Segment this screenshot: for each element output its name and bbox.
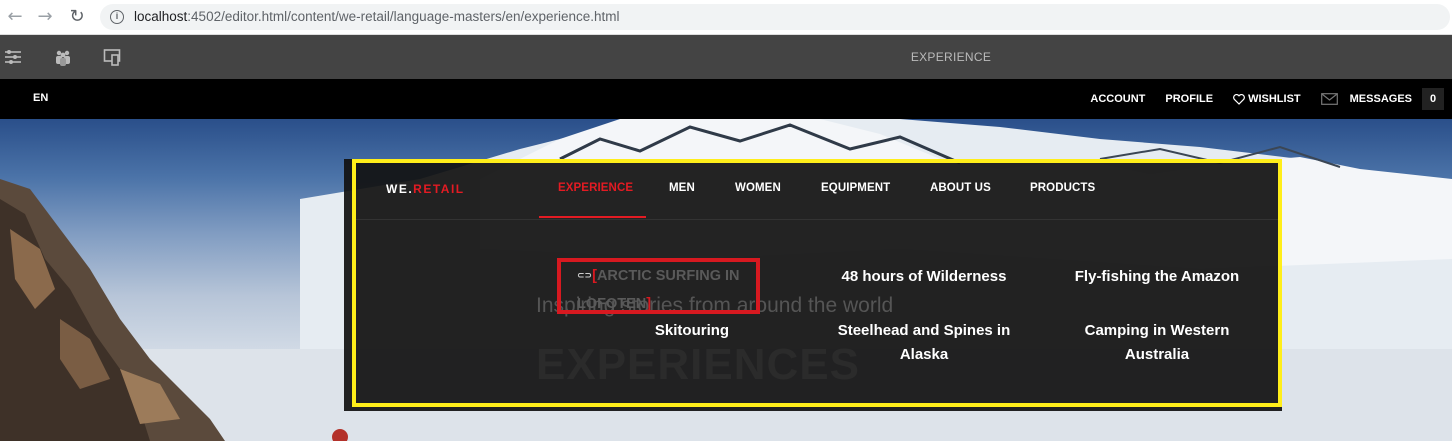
messages-link[interactable]: MESSAGES	[1350, 93, 1412, 105]
selection-frame	[352, 159, 1282, 407]
back-icon[interactable]: ←	[6, 8, 24, 26]
rock-cliff-illustration	[0, 179, 348, 441]
message-count-badge: 0	[1422, 88, 1444, 110]
wishlist-link[interactable]: WISHLIST	[1233, 93, 1301, 105]
reload-icon[interactable]: ↻	[68, 8, 86, 26]
mail-icon[interactable]	[1320, 93, 1338, 105]
info-icon[interactable]: i	[110, 10, 124, 24]
editor-toolbar: EXPERIENCE	[0, 35, 1452, 79]
url-text[interactable]: localhost:4502/editor.html/content/we-re…	[134, 9, 620, 24]
page-title: EXPERIENCE	[910, 50, 992, 64]
header-links: ACCOUNT PROFILE WISHLIST MESSAGES 0	[1090, 79, 1452, 119]
language-selector[interactable]: EN	[33, 92, 48, 104]
forward-icon[interactable]: →	[36, 8, 54, 26]
heart-icon	[1233, 93, 1245, 105]
site-header: EN ACCOUNT PROFILE WISHLIST MESSAGES 0	[0, 79, 1452, 119]
profile-link[interactable]: PROFILE	[1165, 93, 1213, 105]
browser-toolbar: ← → ↻ i localhost:4502/editor.html/conte…	[0, 0, 1452, 35]
address-bar[interactable]: i localhost:4502/editor.html/content/we-…	[100, 4, 1450, 30]
account-link[interactable]: ACCOUNT	[1090, 93, 1145, 105]
